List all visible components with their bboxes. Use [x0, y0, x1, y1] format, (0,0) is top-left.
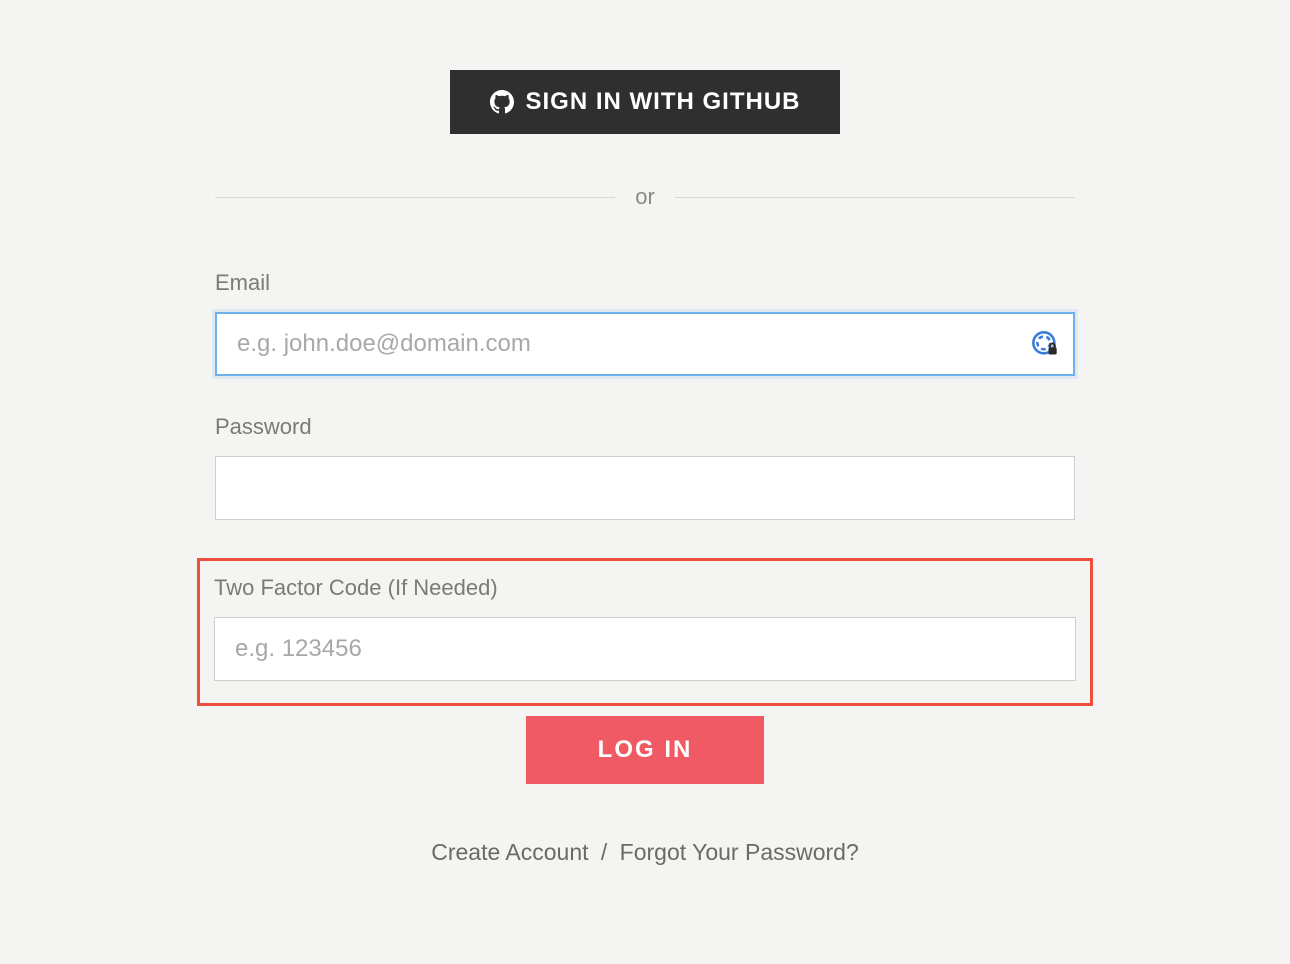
login-button-label: LOG IN: [598, 736, 693, 763]
password-label: Password: [215, 414, 1075, 440]
email-label: Email: [215, 270, 1075, 296]
sign-in-with-github-button[interactable]: SIGN IN WITH GITHUB: [450, 70, 841, 134]
login-button[interactable]: LOG IN: [526, 716, 765, 784]
two-factor-field-group: Two Factor Code (If Needed): [214, 575, 1076, 681]
password-field[interactable]: [215, 456, 1075, 520]
forgot-password-link[interactable]: Forgot Your Password?: [620, 839, 859, 865]
footer-links: Create Account / Forgot Your Password?: [215, 839, 1075, 866]
password-manager-icon[interactable]: [1031, 330, 1059, 358]
divider-text: or: [615, 184, 675, 210]
login-form-container: SIGN IN WITH GITHUB or Email Password Tw…: [215, 70, 1075, 866]
create-account-link[interactable]: Create Account: [431, 839, 588, 865]
email-field[interactable]: [215, 312, 1075, 376]
divider-line-right: [675, 197, 1075, 198]
two-factor-highlight: Two Factor Code (If Needed): [197, 558, 1093, 706]
github-button-label: SIGN IN WITH GITHUB: [526, 88, 801, 116]
two-factor-label: Two Factor Code (If Needed): [214, 575, 1076, 601]
divider-line-left: [215, 197, 615, 198]
email-input-wrapper: [215, 312, 1075, 376]
footer-separator: /: [601, 839, 607, 865]
email-field-group: Email: [215, 270, 1075, 376]
password-field-group: Password: [215, 414, 1075, 520]
github-icon: [490, 90, 514, 114]
divider: or: [215, 184, 1075, 210]
two-factor-field[interactable]: [214, 617, 1076, 681]
